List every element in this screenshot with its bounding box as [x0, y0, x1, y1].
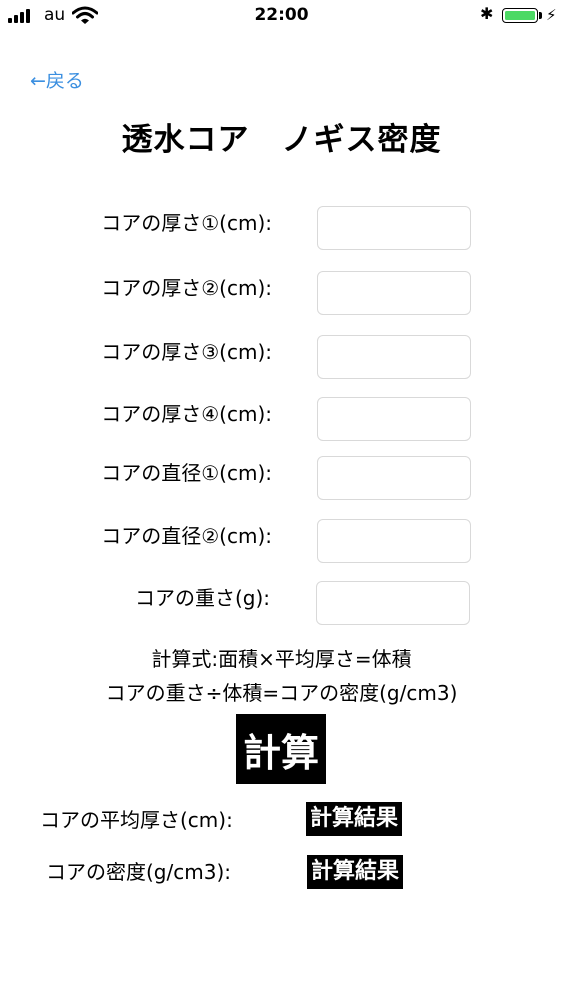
battery-level	[505, 11, 535, 20]
calculate-button[interactable]: 計算	[236, 714, 326, 784]
thickness-3-input[interactable]	[317, 335, 471, 379]
page-title: 透水コア ノギス密度	[121, 122, 442, 158]
weight-label: コアの重さ(g):	[134, 586, 270, 610]
average-thickness-label: コアの平均厚さ(cm):	[40, 808, 233, 832]
thickness-1-input[interactable]	[317, 206, 471, 250]
thickness-2-label: コアの厚さ②(cm):	[101, 276, 272, 300]
thickness-4-label: コアの厚さ④(cm):	[101, 402, 272, 426]
bluetooth-icon: ✱	[480, 4, 494, 23]
battery-icon	[502, 8, 538, 23]
diameter-2-label: コアの直径②(cm):	[101, 524, 272, 548]
battery-cap	[539, 12, 542, 19]
diameter-2-input[interactable]	[317, 519, 471, 563]
thickness-1-label: コアの厚さ①(cm):	[101, 211, 272, 235]
status-bar: au 22:00 ✱ ⚡	[0, 0, 563, 34]
formula-line-2: コアの重さ÷体積=コアの密度(g/cm3)	[105, 681, 458, 705]
thickness-4-input[interactable]	[317, 397, 471, 441]
density-result: 計算結果	[307, 855, 404, 889]
back-button[interactable]: ←戻る	[30, 66, 84, 93]
thickness-3-label: コアの厚さ③(cm):	[101, 340, 272, 364]
charging-icon: ⚡	[546, 6, 557, 24]
thickness-2-input[interactable]	[317, 271, 471, 315]
average-thickness-result: 計算結果	[306, 802, 403, 836]
diameter-1-input[interactable]	[317, 456, 471, 500]
clock: 22:00	[254, 5, 309, 25]
weight-input[interactable]	[316, 581, 470, 625]
density-label: コアの密度(g/cm3):	[46, 860, 231, 884]
formula-line-1: 計算式:面積×平均厚さ=体積	[151, 647, 412, 671]
diameter-1-label: コアの直径①(cm):	[101, 461, 272, 485]
